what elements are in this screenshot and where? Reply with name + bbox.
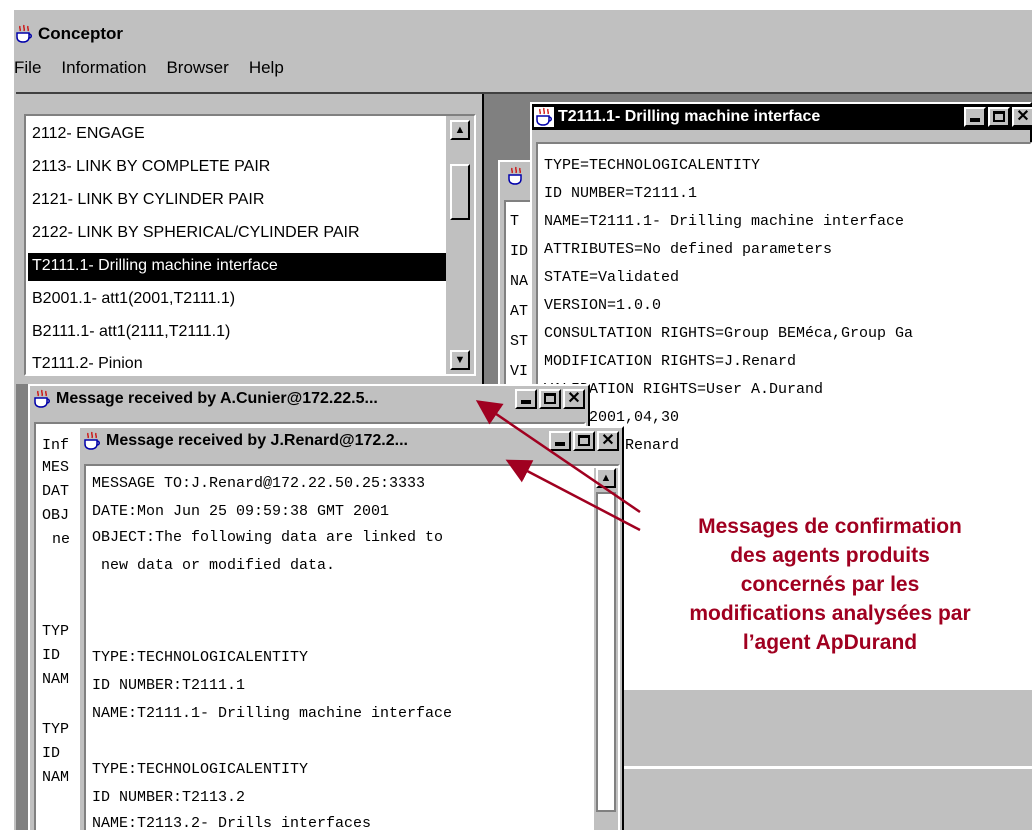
annotation-line: modifications analysées par — [689, 602, 971, 625]
annotation-text: Messages de confirmation des agents prod… — [630, 512, 1030, 657]
annotation-arrows — [475, 400, 641, 532]
arrow-to-renard — [505, 459, 641, 532]
annotation-line: Messages de confirmation — [698, 515, 962, 538]
arrow-to-cunier — [475, 400, 641, 514]
annotation-line: concernés par les — [740, 573, 920, 596]
annotation-line: l’agent ApDurand — [742, 631, 918, 654]
annotation-line: des agents produits — [730, 544, 930, 567]
